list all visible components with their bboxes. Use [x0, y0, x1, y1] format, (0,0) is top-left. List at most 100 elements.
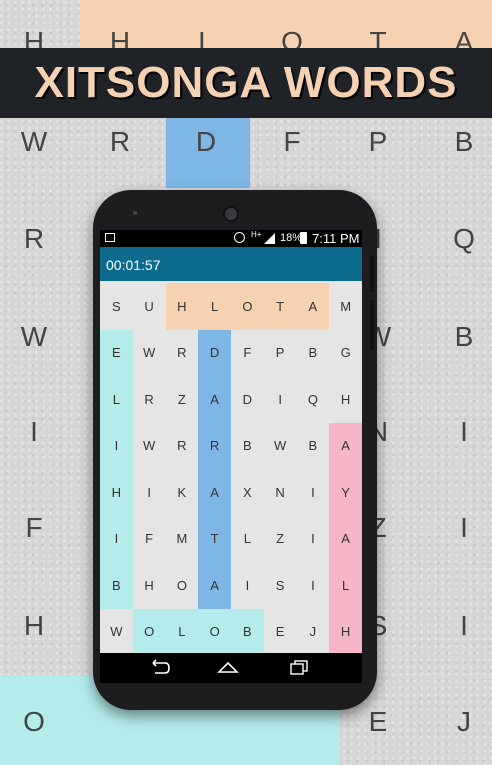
volume-button: [370, 256, 374, 292]
letter-cell[interactable]: L: [100, 376, 133, 423]
letter-cell[interactable]: I: [231, 562, 264, 609]
network-type-icon: H+: [251, 230, 262, 239]
letter-cell[interactable]: B: [297, 423, 330, 470]
letter-cell[interactable]: I: [297, 562, 330, 609]
background-letter: F: [25, 512, 43, 543]
background-letter: P: [368, 126, 388, 157]
letter-cell[interactable]: E: [100, 330, 133, 377]
letter-cell[interactable]: W: [133, 423, 166, 470]
background-letter: I: [460, 512, 468, 543]
letter-cell[interactable]: I: [264, 376, 297, 423]
letter-cell[interactable]: W: [133, 330, 166, 377]
letter-cell[interactable]: Z: [264, 516, 297, 563]
battery-percent: 18%: [280, 232, 303, 244]
background-letter: I: [460, 610, 468, 641]
letter-cell[interactable]: L: [329, 562, 362, 609]
letter-cell[interactable]: L: [166, 609, 199, 656]
background-letter: I: [30, 416, 38, 447]
background-letter: W: [20, 126, 48, 157]
letter-cell[interactable]: A: [198, 469, 231, 516]
letter-cell[interactable]: B: [297, 330, 330, 377]
letter-cell[interactable]: T: [264, 283, 297, 330]
letter-cell[interactable]: G: [329, 330, 362, 377]
letter-cell[interactable]: I: [297, 516, 330, 563]
background-letter: B: [454, 126, 474, 157]
home-icon[interactable]: [217, 660, 239, 674]
letter-cell[interactable]: O: [231, 283, 264, 330]
letter-cell[interactable]: H: [329, 376, 362, 423]
letter-cell[interactable]: L: [198, 283, 231, 330]
background-letter: W: [20, 321, 48, 352]
back-icon[interactable]: [147, 659, 171, 675]
letter-cell[interactable]: F: [133, 516, 166, 563]
background-letter: I: [460, 416, 468, 447]
game-timer: 00:01:57: [106, 257, 161, 273]
letter-cell[interactable]: B: [231, 609, 264, 656]
letter-cell[interactable]: U: [133, 283, 166, 330]
letter-cell[interactable]: S: [264, 562, 297, 609]
letter-cell[interactable]: O: [166, 562, 199, 609]
letter-cell[interactable]: I: [133, 469, 166, 516]
letter-cell[interactable]: D: [231, 376, 264, 423]
letter-cell[interactable]: X: [231, 469, 264, 516]
phone-screen: H+ 18% 7:11 PM 00:01:57 SUHLOTAMEWRDFPBG…: [100, 230, 362, 683]
letter-cell[interactable]: R: [166, 330, 199, 377]
alarm-icon: [234, 232, 245, 243]
letter-cell[interactable]: W: [100, 609, 133, 656]
letter-cell[interactable]: A: [198, 376, 231, 423]
background-letter: B: [454, 321, 474, 352]
letter-cell[interactable]: S: [100, 283, 133, 330]
letter-cell[interactable]: J: [297, 609, 330, 656]
status-bar: H+ 18% 7:11 PM: [100, 230, 362, 247]
recent-apps-icon[interactable]: [290, 660, 308, 675]
background-letter: D: [195, 126, 217, 157]
letter-cell[interactable]: R: [133, 376, 166, 423]
letter-cell[interactable]: A: [329, 423, 362, 470]
letter-cell[interactable]: H: [133, 562, 166, 609]
letter-cell[interactable]: B: [231, 423, 264, 470]
phone-camera-icon: [223, 206, 239, 222]
background-letter: R: [109, 126, 131, 157]
letter-cell[interactable]: A: [198, 562, 231, 609]
letter-cell[interactable]: M: [166, 516, 199, 563]
letter-cell[interactable]: F: [231, 330, 264, 377]
letter-cell[interactable]: T: [198, 516, 231, 563]
letter-cell[interactable]: D: [198, 330, 231, 377]
letter-cell[interactable]: M: [329, 283, 362, 330]
letter-cell[interactable]: B: [100, 562, 133, 609]
letter-cell[interactable]: H: [100, 469, 133, 516]
background-letter: O: [23, 706, 45, 737]
background-letter: E: [368, 706, 388, 737]
letter-cell[interactable]: I: [100, 423, 133, 470]
letter-cell[interactable]: A: [297, 283, 330, 330]
letter-cell[interactable]: I: [297, 469, 330, 516]
letter-cell[interactable]: E: [264, 609, 297, 656]
navigation-bar: [100, 653, 362, 683]
image-notification-icon: [105, 233, 115, 242]
signal-icon: [264, 233, 275, 244]
letter-cell[interactable]: Z: [166, 376, 199, 423]
title-banner: XITSONGA WORDS: [0, 48, 492, 118]
letter-cell[interactable]: L: [231, 516, 264, 563]
battery-icon: [300, 232, 307, 244]
power-button: [370, 300, 374, 350]
letter-cell[interactable]: N: [264, 469, 297, 516]
letter-cell[interactable]: Y: [329, 469, 362, 516]
letter-cell[interactable]: H: [329, 609, 362, 656]
letter-cell[interactable]: R: [166, 423, 199, 470]
letter-cell[interactable]: O: [198, 609, 231, 656]
letter-cell[interactable]: H: [166, 283, 199, 330]
background-letter: H: [23, 610, 45, 641]
status-clock: 7:11 PM: [312, 231, 360, 246]
background-letter: R: [23, 223, 45, 254]
letter-cell[interactable]: K: [166, 469, 199, 516]
word-search-board[interactable]: SUHLOTAMEWRDFPBGLRZADIQHIWRRBWBAHIKAXNIY…: [100, 281, 362, 656]
background-letter: Q: [453, 223, 475, 254]
letter-cell[interactable]: A: [329, 516, 362, 563]
letter-cell[interactable]: P: [264, 330, 297, 377]
letter-cell[interactable]: W: [264, 423, 297, 470]
letter-cell[interactable]: O: [133, 609, 166, 656]
letter-cell[interactable]: Q: [297, 376, 330, 423]
letter-cell[interactable]: I: [100, 516, 133, 563]
letter-cell[interactable]: R: [198, 423, 231, 470]
